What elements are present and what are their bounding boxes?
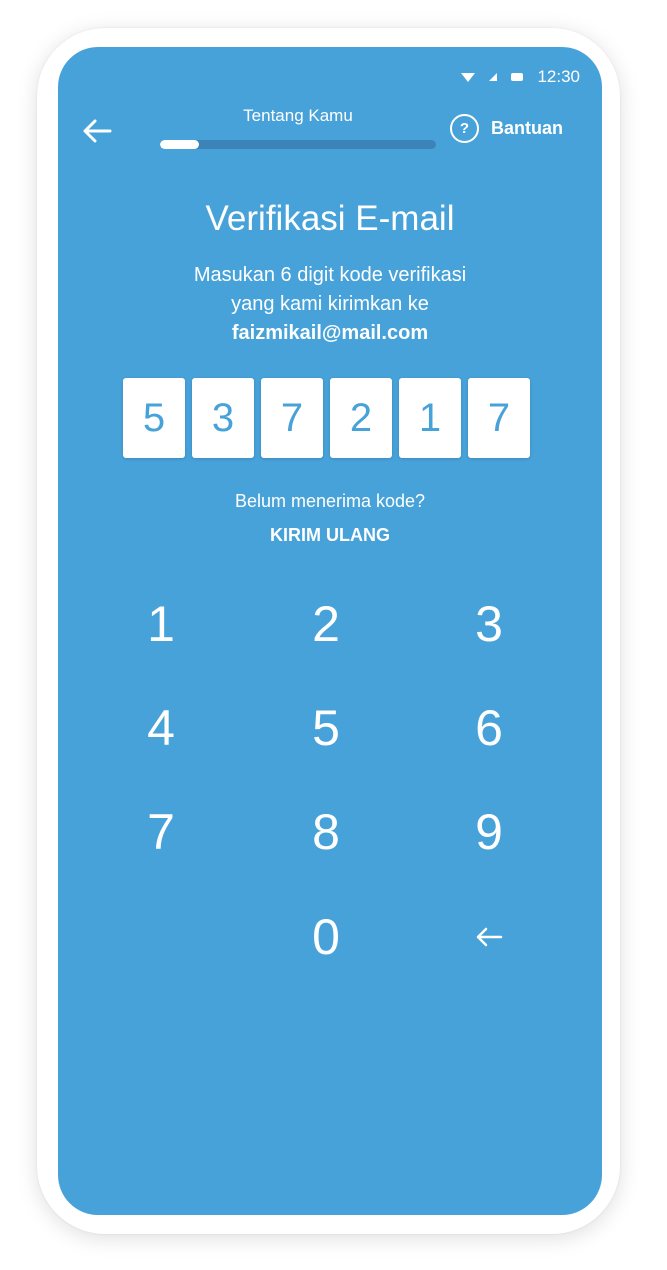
backspace-arrow-icon [476, 927, 503, 947]
key-6[interactable]: 6 [439, 693, 539, 763]
key-9[interactable]: 9 [439, 797, 539, 867]
key-5[interactable]: 5 [276, 693, 376, 763]
numeric-keypad: 1 2 3 4 5 6 7 8 9 0 [58, 47, 602, 1215]
key-2[interactable]: 2 [276, 589, 376, 659]
key-8[interactable]: 8 [276, 797, 376, 867]
verification-screen: 12:30 Tentang Kamu ? Bantuan Verifikasi … [58, 47, 602, 1215]
key-3[interactable]: 3 [439, 589, 539, 659]
key-7[interactable]: 7 [111, 797, 211, 867]
key-0[interactable]: 0 [276, 902, 376, 972]
key-1[interactable]: 1 [111, 589, 211, 659]
backspace-key[interactable] [439, 902, 539, 972]
key-4[interactable]: 4 [111, 693, 211, 763]
